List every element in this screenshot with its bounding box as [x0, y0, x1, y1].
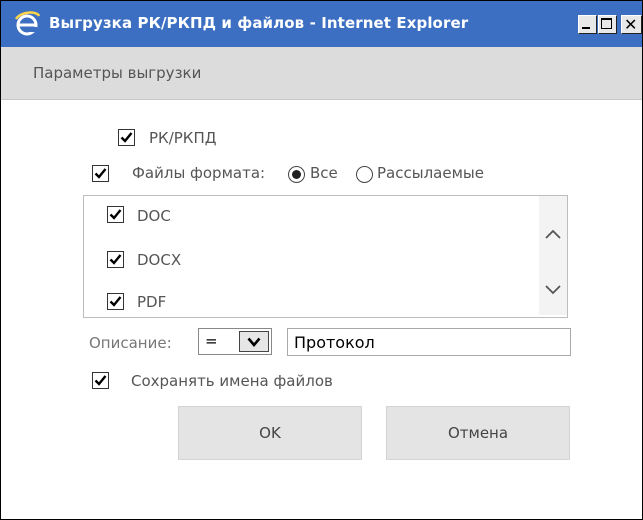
description-label: Описание:: [89, 334, 172, 352]
operator-value: =: [205, 332, 218, 350]
title-bar: Выгрузка РК/РКПД и файлов - Internet Exp…: [1, 1, 642, 47]
description-operator-select[interactable]: =: [198, 328, 272, 355]
format-checkbox-doc[interactable]: [107, 206, 124, 223]
format-checkbox-docx[interactable]: [107, 251, 124, 268]
window-title: Выгрузка РК/РКПД и файлов - Internet Exp…: [49, 14, 469, 32]
cancel-button[interactable]: Отмена: [386, 406, 570, 460]
dialog-title: Параметры выгрузки: [33, 64, 202, 82]
format-label-pdf: PDF: [137, 293, 167, 311]
save-names-checkbox[interactable]: [92, 372, 109, 389]
radio-sent-label: Рассылаемые: [377, 164, 484, 182]
list-scrollbar[interactable]: [539, 196, 567, 315]
maximize-icon: [601, 18, 612, 29]
files-format-checkbox[interactable]: [92, 165, 109, 182]
browser-window: Выгрузка РК/РКПД и файлов - Internet Exp…: [0, 0, 643, 520]
maximize-button[interactable]: [598, 15, 617, 34]
chevron-down-icon[interactable]: [545, 280, 561, 299]
chevron-up-icon[interactable]: [545, 224, 561, 243]
rk-label: РК/РКПД: [149, 129, 217, 147]
minimize-button[interactable]: [578, 15, 597, 34]
format-label-doc: DOC: [137, 207, 171, 225]
radio-all[interactable]: [288, 166, 305, 183]
ok-button[interactable]: OK: [178, 406, 362, 460]
close-icon: ✕: [624, 15, 638, 34]
minimize-icon: [582, 27, 590, 29]
description-input[interactable]: [287, 328, 571, 356]
files-format-label: Файлы формата:: [132, 164, 266, 182]
format-checkbox-pdf[interactable]: [107, 293, 124, 310]
dialog-header: Параметры выгрузки: [1, 47, 642, 100]
radio-all-label: Все: [310, 164, 338, 182]
internet-explorer-icon: [13, 10, 41, 38]
radio-selected-dot: [292, 170, 301, 179]
rk-checkbox[interactable]: [118, 129, 135, 146]
radio-sent[interactable]: [356, 166, 373, 183]
formats-list[interactable]: DOC DOCX PDF: [83, 195, 568, 318]
format-label-docx: DOCX: [137, 251, 182, 269]
save-names-label: Сохранять имена файлов: [131, 372, 333, 390]
dropdown-button[interactable]: [239, 331, 269, 352]
close-button[interactable]: ✕: [621, 15, 642, 34]
